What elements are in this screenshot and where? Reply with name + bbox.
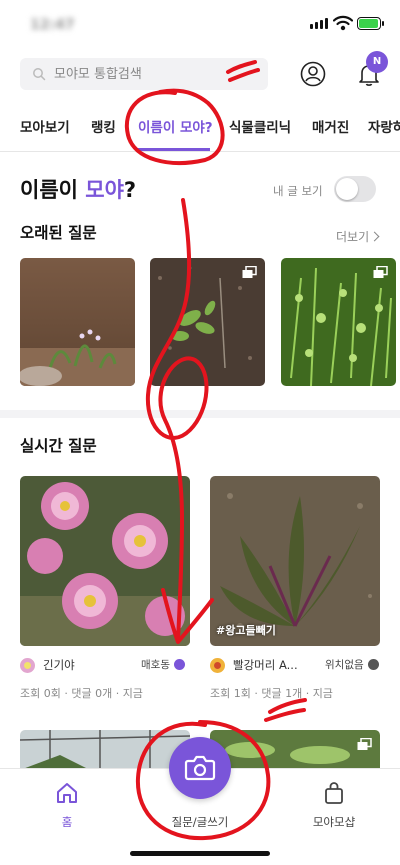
shopping-bag-icon [325, 782, 343, 804]
next-card-preview-1[interactable] [20, 730, 190, 770]
greenhouse-photo [20, 730, 190, 770]
old-question-thumb-3[interactable] [281, 258, 396, 386]
old-question-thumb-1[interactable] [20, 258, 135, 386]
search-input[interactable] [54, 66, 254, 82]
next-card-preview-2[interactable] [210, 730, 380, 770]
live-question-card-1[interactable] [20, 476, 190, 646]
profile-icon[interactable] [300, 61, 326, 87]
soil-plant-photo [20, 258, 135, 386]
search-icon [33, 68, 46, 81]
tab-magazine[interactable]: 매거진 [312, 116, 349, 136]
leafy-plant-photo [210, 730, 380, 770]
user-avatar [210, 657, 225, 673]
camera-icon [184, 755, 216, 781]
home-icon [57, 783, 77, 803]
card-2-stats: 조회 1회 · 댓글 1개 · 지금 [210, 687, 333, 700]
toggle-knob [336, 178, 358, 200]
nav-shop[interactable]: 모야모샵 [300, 781, 368, 830]
chevron-right-icon [369, 231, 380, 242]
multi-photo-icon [373, 266, 388, 278]
annotation-scribble-mid [264, 698, 307, 722]
tab-plant-name[interactable]: 이름이 모야? [138, 116, 213, 136]
card-1-stats: 조회 0회 · 댓글 0개 · 지금 [20, 687, 143, 700]
page-title: 이름이 모야? [20, 174, 136, 204]
card-2-location: 위치없음 [325, 657, 379, 672]
tab-ranking[interactable]: 랭킹 [91, 116, 116, 136]
more-label: 더보기 [336, 230, 370, 244]
section-divider [0, 410, 400, 418]
tab-collection[interactable]: 모아보기 [20, 116, 70, 136]
user-name: 긴기야 [43, 658, 75, 672]
old-questions-title: 오래된 질문 [20, 224, 97, 242]
notification-badge: N [366, 51, 388, 73]
my-posts-toggle[interactable] [334, 176, 376, 202]
title-suffix: ? [123, 178, 137, 202]
card-1-user[interactable]: 긴기야 [20, 657, 75, 673]
card-2-user[interactable]: 빨강머리 A... [210, 657, 298, 673]
my-posts-label: 내 글 보기 [273, 184, 323, 198]
search-bar[interactable] [20, 58, 268, 90]
multi-photo-icon [242, 266, 257, 278]
location-label: 위치없음 [325, 659, 364, 671]
nav-write-label[interactable]: 질문/글쓰기 [160, 814, 240, 830]
title-accent: 모야 [85, 178, 124, 202]
location-label: 매호동 [141, 659, 170, 671]
status-bar: 12:47 [0, 0, 400, 50]
user-name: 빨강머리 A... [233, 658, 298, 672]
tab-showoff[interactable]: 자랑하기 [368, 116, 400, 136]
signal-icon [310, 18, 328, 29]
multi-photo-icon [357, 738, 372, 750]
live-questions-title: 실시간 질문 [20, 437, 97, 455]
more-link[interactable]: 더보기 [336, 228, 380, 245]
status-time: 12:47 [30, 17, 75, 33]
old-question-thumb-2[interactable] [150, 258, 265, 386]
camera-write-button[interactable] [169, 737, 231, 799]
user-avatar [20, 657, 35, 673]
category-tabs: 모아보기 랭킹 이름이 모야? 식물클리닉 매거진 자랑하기 [0, 108, 400, 152]
nav-home[interactable]: 홈 [42, 781, 92, 830]
tab-plant-clinic[interactable]: 식물클리닉 [229, 116, 291, 136]
nav-shop-label: 모야모샵 [312, 815, 356, 829]
plant-tag[interactable]: #왕고들빼기 [216, 622, 276, 638]
active-tab-indicator [137, 148, 210, 151]
dahlia-photo [20, 476, 190, 646]
location-pin-icon [367, 659, 379, 670]
battery-icon [357, 17, 384, 30]
wild-lettuce-photo [210, 476, 380, 646]
nav-home-label: 홈 [61, 815, 73, 829]
card-1-location: 매호동 [141, 657, 185, 672]
home-indicator [130, 851, 270, 856]
title-prefix: 이름이 [20, 178, 86, 202]
wifi-icon [333, 15, 353, 31]
live-question-card-2[interactable]: #왕고들빼기 [210, 476, 380, 646]
location-pin-icon [173, 659, 185, 670]
